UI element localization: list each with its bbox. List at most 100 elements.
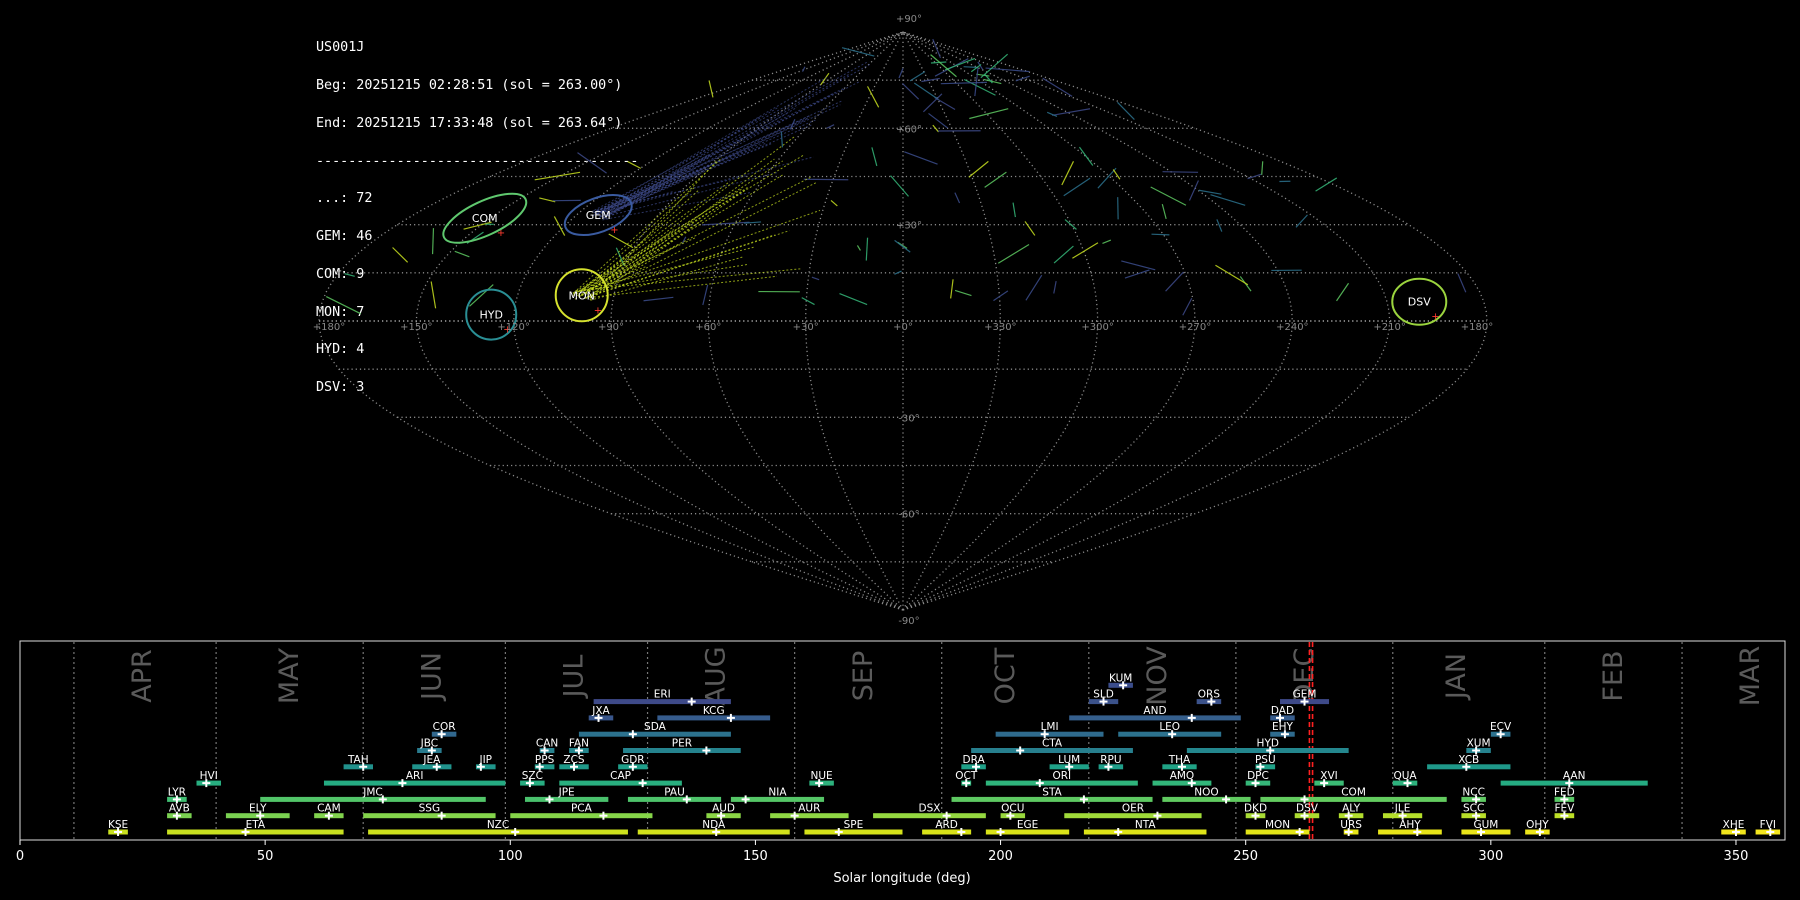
shower-label-spe: SPE: [844, 819, 864, 831]
meteor-trail: [608, 233, 634, 249]
shower-label-ncc: NCC: [1462, 786, 1485, 798]
shower-label-jxa: JXA: [591, 705, 610, 717]
lon-tick-label: +270°: [1179, 322, 1211, 333]
shower-label-pau: PAU: [664, 786, 685, 798]
lon-tick-label: +120°: [497, 322, 529, 333]
shower-label-oct: OCT: [955, 770, 978, 782]
meteor-trail: [954, 192, 961, 204]
meteor-trail: [1162, 171, 1199, 173]
radiant-label-com: COM: [472, 212, 498, 225]
meteor-trail: [997, 244, 1030, 264]
shower-label-hvi: HVI: [200, 770, 218, 782]
meteor-trail: [950, 279, 954, 299]
shower-label-rpu: RPU: [1100, 754, 1121, 766]
shower-label-zcs: ZCS: [563, 754, 585, 766]
shower-label-dpc: DPC: [1247, 770, 1269, 782]
meteor-trail: [801, 66, 806, 72]
meteor-trail: [928, 112, 949, 129]
shower-label-com: COM: [1341, 786, 1366, 798]
meteor-trail: [839, 292, 868, 306]
shower-label-avb: AVB: [169, 803, 190, 815]
meteor-trail: [539, 197, 556, 203]
meteor-trail: [708, 80, 714, 98]
meteor-trail: [1061, 161, 1075, 186]
shower-label-tah: TAH: [347, 754, 369, 766]
shower-label-ari: ARI: [406, 770, 424, 782]
meteor-trail: [932, 38, 942, 59]
shower-label-scc: SCC: [1463, 803, 1484, 815]
shower-label-ard: ARD: [935, 819, 958, 831]
shower-label-pps: PPS: [535, 754, 555, 766]
meteor-trail: [1121, 260, 1156, 271]
meteor-trail: [932, 124, 940, 133]
meteor-trail: [801, 297, 815, 306]
meteor-trail: [865, 237, 869, 261]
shower-label-xvi: XVI: [1320, 770, 1337, 782]
meteor-trail: [913, 82, 939, 100]
meteor-trail: [963, 66, 979, 69]
meridian-line: [902, 31, 1001, 611]
meteor-trail: [1315, 177, 1338, 192]
meteor-trail: [922, 93, 943, 113]
shower-label-hyd: HYD: [1257, 738, 1279, 750]
meteor-trail: [1063, 177, 1091, 197]
shower-label-fan: FAN: [569, 738, 589, 750]
radiant-label-gem: GEM: [586, 209, 611, 222]
shower-label-ely: ELY: [249, 803, 267, 815]
meteor-trail: [553, 216, 566, 236]
meteor-trail: [894, 239, 911, 253]
meteor-trail: [866, 86, 880, 108]
shower-label-pca: PCA: [571, 803, 593, 815]
shower-label-sld: SLD: [1093, 689, 1114, 701]
meteor-trail: [944, 57, 976, 71]
shower-label-cam: CAM: [317, 803, 341, 815]
meteor-trail: [1336, 282, 1350, 302]
meteor-trail: [1078, 146, 1094, 166]
shower-label-nta: NTA: [1135, 819, 1156, 831]
month-label-jan: JAN: [1441, 653, 1472, 701]
meteor-trail: [984, 171, 1007, 188]
shower-label-sta: STA: [1042, 786, 1062, 798]
month-label-jul: JUL: [559, 655, 590, 700]
shower-label-kcg: KCG: [703, 705, 725, 717]
meteor-trail: [820, 72, 830, 85]
radiant-marker: +: [610, 225, 618, 236]
month-label-oct: OCT: [990, 647, 1021, 704]
meteor-trail: [1097, 167, 1117, 189]
meteor-trail: [702, 284, 709, 306]
shower-label-dra: DRA: [963, 754, 986, 766]
meteor-trail: [1165, 271, 1184, 292]
shower-label-amo: AMO: [1170, 770, 1195, 782]
meteor-trail: [1053, 281, 1057, 294]
meteor-trail: [594, 61, 869, 211]
meteor-trail: [577, 152, 607, 174]
meteor-trail: [1051, 108, 1091, 116]
month-label-mar: MAR: [1735, 646, 1766, 707]
shower-label-tha: THA: [1168, 754, 1191, 766]
radiant-marker: +: [497, 228, 505, 239]
shower-timeline: APR MAY JUN JUL AUG SEP OCT NOV DEC JAN FEB MAR KUM…: [16, 640, 1786, 886]
shower-label-urs: URS: [1340, 819, 1362, 831]
meteor-trail: [454, 250, 470, 258]
lat-tick-label: -60°: [898, 510, 919, 521]
shower-label-ecv: ECV: [1490, 721, 1512, 733]
lon-tick-label: +300°: [1081, 322, 1113, 333]
shower-label-ors: ORS: [1198, 689, 1221, 701]
shower-label-aan: AAN: [1563, 770, 1586, 782]
shower-label-ege: EGE: [1017, 819, 1038, 831]
month-label-sep: SEP: [848, 651, 879, 701]
shower-label-gem: GEM: [1293, 689, 1317, 701]
meteor-trail: [974, 67, 979, 97]
lat-tick-label: -30°: [898, 413, 919, 424]
meteor-trail: [577, 246, 754, 293]
meteor-trail: [1161, 203, 1167, 220]
meteor-trail: [587, 176, 812, 291]
meteor-trail: [574, 174, 783, 300]
meteor-trail: [890, 175, 909, 197]
x-tick-label: 0: [16, 849, 24, 864]
x-tick-label: 200: [988, 849, 1013, 864]
meteor-trail: [431, 228, 435, 255]
lon-tick-label: +180°: [1461, 322, 1493, 333]
shower-label-mon: MON: [1265, 819, 1290, 831]
meteor-trail: [325, 295, 361, 315]
